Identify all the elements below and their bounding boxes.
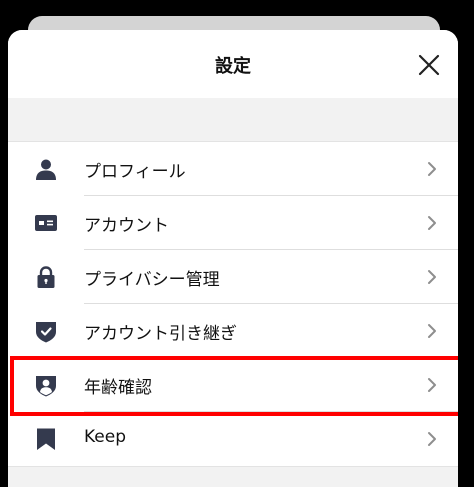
close-icon[interactable] [416,52,442,78]
chevron-right-icon [426,430,438,448]
person-icon [34,157,58,181]
settings-item-label: Keep [84,427,127,447]
chevron-right-icon [426,322,438,340]
shield-check-icon [34,319,58,343]
settings-screen: 設定 プロフィール アカウント プライバシー管理 アカウント引き継ぎ 年齢確認 … [0,0,474,487]
settings-sheet: 設定 プロフィール アカウント プライバシー管理 アカウント引き継ぎ 年齢確認 … [8,30,458,487]
chevron-right-icon [426,214,438,232]
settings-item-label: アカウント引き継ぎ [84,324,237,344]
settings-list: プロフィール アカウント プライバシー管理 アカウント引き継ぎ 年齢確認 Kee… [8,142,458,466]
settings-item-privacy[interactable]: プライバシー管理 [8,250,458,304]
page-title: 設定 [215,56,251,77]
lock-icon [34,265,58,289]
settings-item-profile[interactable]: プロフィール [8,142,458,196]
section-gap-bottom [8,466,458,487]
shield-person-icon [34,373,58,397]
settings-item-age-verification[interactable]: 年齢確認 [8,356,458,416]
id-card-icon [34,211,58,235]
chevron-right-icon [426,268,438,286]
settings-item-label: プライバシー管理 [84,270,220,290]
section-gap [8,98,458,142]
chevron-right-icon [426,160,438,178]
settings-item-label: プロフィール [84,162,186,182]
chevron-right-icon [426,376,438,394]
settings-item-label: アカウント [84,216,169,236]
bookmark-icon [34,427,58,451]
settings-item-account-transfer[interactable]: アカウント引き継ぎ [8,304,458,358]
settings-item-account[interactable]: アカウント [8,196,458,250]
settings-item-keep[interactable]: Keep [8,412,458,466]
header: 設定 [8,30,458,98]
settings-item-label: 年齢確認 [84,378,152,398]
